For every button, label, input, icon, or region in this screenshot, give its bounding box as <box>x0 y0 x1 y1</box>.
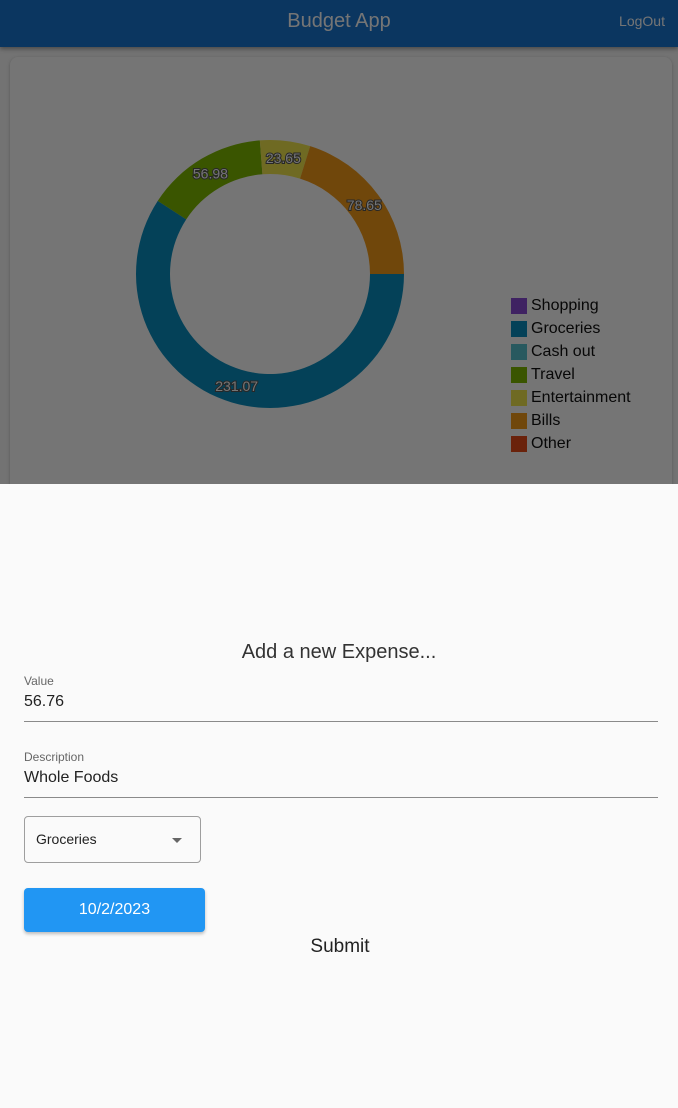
legend-swatch <box>511 343 527 360</box>
value-field-label: Value <box>24 674 54 688</box>
legend-label: Travel <box>531 365 575 383</box>
sheet-heading: Add a new Expense... <box>241 641 437 663</box>
legend-swatch <box>511 435 527 452</box>
chart-card: 231.07 56.98 23.65 78.65 Shopping Groceries C… <box>10 57 672 497</box>
chart-legend: Shopping Groceries Cash out Travel Entertain… <box>511 294 631 455</box>
donut-slice-label: 78.65 <box>347 197 382 213</box>
legend-item: Other <box>511 432 631 455</box>
legend-item: Entertainment <box>511 386 631 409</box>
donut-slice-label: 231.07 <box>215 378 258 394</box>
donut-slice-label: 56.98 <box>193 165 228 181</box>
legend-swatch <box>511 297 527 314</box>
submit-button[interactable]: Submit <box>289 933 391 961</box>
dropdown-arrow-icon <box>172 838 182 843</box>
legend-item: Travel <box>511 363 631 386</box>
add-expense-sheet: Add a new Expense... Value Description G… <box>0 484 678 1108</box>
category-selected-value: Groceries <box>36 831 97 847</box>
legend-label: Cash out <box>531 342 596 360</box>
app-root: Budget App LogOut 231.07 56.98 23.65 78.65 … <box>0 0 678 1108</box>
logout-button[interactable]: LogOut <box>606 0 678 47</box>
value-input[interactable] <box>24 690 658 714</box>
legend-item: Groceries <box>511 317 631 340</box>
legend-label: Bills <box>531 411 561 429</box>
legend-item: Cash out <box>511 340 631 363</box>
app-title: Budget App <box>287 10 391 32</box>
legend-label: Groceries <box>531 319 601 337</box>
legend-label: Shopping <box>531 296 599 314</box>
legend-swatch <box>511 320 527 337</box>
app-bar: Budget App LogOut <box>0 0 678 47</box>
legend-item: Shopping <box>511 294 631 317</box>
legend-swatch <box>511 389 527 406</box>
legend-label: Other <box>531 434 572 452</box>
description-field[interactable]: Description <box>24 750 658 798</box>
legend-swatch <box>511 412 527 429</box>
category-dropdown[interactable]: Groceries <box>24 816 201 863</box>
description-field-label: Description <box>24 750 85 764</box>
description-input[interactable] <box>24 766 658 790</box>
value-field[interactable]: Value <box>24 674 658 722</box>
donut-slice-label: 23.65 <box>266 150 301 166</box>
legend-item: Bills <box>511 409 631 432</box>
legend-label: Entertainment <box>531 388 631 406</box>
date-picker-button[interactable]: 10/2/2023 <box>24 888 205 932</box>
legend-swatch <box>511 366 527 383</box>
